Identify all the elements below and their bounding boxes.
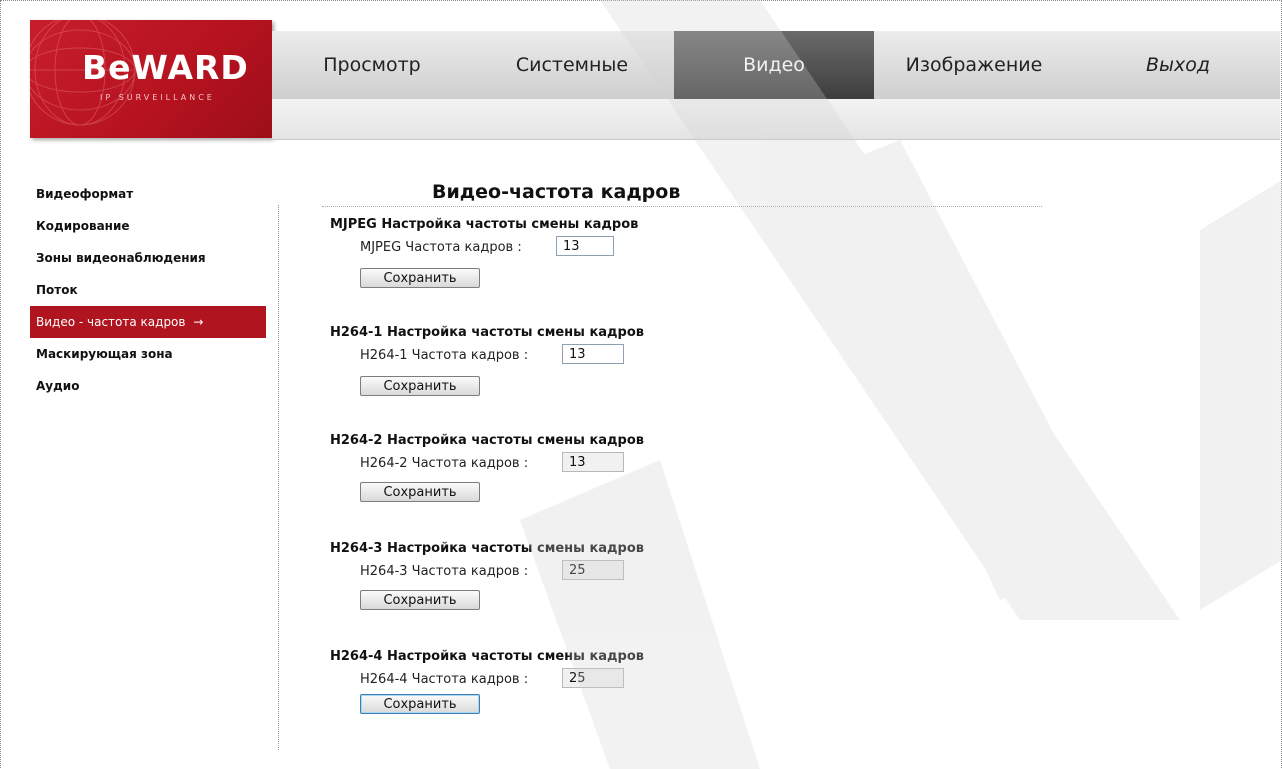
sidebar-divider [278, 205, 279, 750]
field-row: H264-1 Частота кадров : [330, 344, 830, 374]
field-label: H264-3 Частота кадров : [360, 564, 529, 579]
nav-item-system[interactable]: Системные [472, 31, 672, 99]
header-band [272, 99, 1280, 140]
h264-3-framerate-input[interactable] [562, 560, 624, 580]
nav-item-logout[interactable]: Выход [1078, 31, 1278, 99]
mjpeg-framerate-input[interactable] [556, 236, 614, 256]
logo-tagline: IP SURVEILLANCE [100, 93, 215, 102]
save-button-h264-2[interactable]: Сохранить [360, 482, 480, 502]
top-nav: Просмотр Системные Видео Изображение Вых… [272, 31, 1280, 100]
field-label: H264-1 Частота кадров : [360, 348, 529, 363]
section-heading: H264-4 Настройка частоты смены кадров [330, 649, 644, 664]
sidebar-item-mask-zone[interactable]: Маскирующая зона [30, 338, 266, 370]
save-button-mjpeg[interactable]: Сохранить [360, 268, 480, 288]
section-heading: H264-1 Настройка частоты смены кадров [330, 325, 644, 340]
page-title: Видео-частота кадров [432, 181, 681, 203]
section-h264-2: H264-2 Настройка частоты смены кадров H2… [330, 432, 830, 502]
title-divider [322, 206, 1042, 207]
field-row: H264-2 Частота кадров : [330, 452, 830, 482]
field-row: H264-3 Частота кадров : [330, 560, 830, 590]
sidebar-item-surveillance-zones[interactable]: Зоны видеонаблюдения [30, 242, 266, 274]
section-heading: H264-2 Настройка частоты смены кадров [330, 433, 644, 448]
beward-logo[interactable]: BeWARD IP SURVEILLANCE [30, 20, 272, 138]
sidebar-item-label: Видео - частота кадров [36, 315, 186, 329]
sidebar: Видеоформат Кодирование Зоны видеонаблюд… [30, 178, 266, 402]
section-h264-3: H264-3 Настройка частоты смены кадров H2… [330, 540, 830, 610]
sidebar-item-framerate[interactable]: Видео - частота кадров → [30, 306, 266, 338]
field-label: H264-4 Частота кадров : [360, 672, 529, 687]
sidebar-item-stream[interactable]: Поток [30, 274, 266, 306]
field-label: H264-2 Частота кадров : [360, 456, 529, 471]
sidebar-item-audio[interactable]: Аудио [30, 370, 266, 402]
field-row: MJPEG Частота кадров : [330, 236, 830, 266]
h264-2-framerate-input[interactable] [562, 452, 624, 472]
section-heading: MJPEG Настройка частоты смены кадров [330, 217, 639, 232]
section-mjpeg: MJPEG Настройка частоты смены кадров MJP… [330, 216, 830, 288]
field-label: MJPEG Частота кадров : [360, 240, 522, 255]
sidebar-item-encoding[interactable]: Кодирование [30, 210, 266, 242]
section-h264-1: H264-1 Настройка частоты смены кадров H2… [330, 324, 830, 396]
section-heading: H264-3 Настройка частоты смены кадров [330, 541, 644, 556]
arrow-right-icon: → [193, 315, 204, 329]
save-button-h264-1[interactable]: Сохранить [360, 376, 480, 396]
logo-brand-text: BeWARD [82, 48, 249, 87]
section-h264-4: H264-4 Настройка частоты смены кадров H2… [330, 648, 830, 714]
nav-item-preview[interactable]: Просмотр [272, 31, 472, 99]
nav-item-video[interactable]: Видео [674, 31, 874, 99]
save-button-h264-3[interactable]: Сохранить [360, 590, 480, 610]
save-button-h264-4[interactable]: Сохранить [360, 694, 480, 714]
sidebar-item-videoformat[interactable]: Видеоформат [30, 178, 266, 210]
nav-item-image[interactable]: Изображение [874, 31, 1074, 99]
h264-4-framerate-input[interactable] [562, 668, 624, 688]
h264-1-framerate-input[interactable] [562, 344, 624, 364]
